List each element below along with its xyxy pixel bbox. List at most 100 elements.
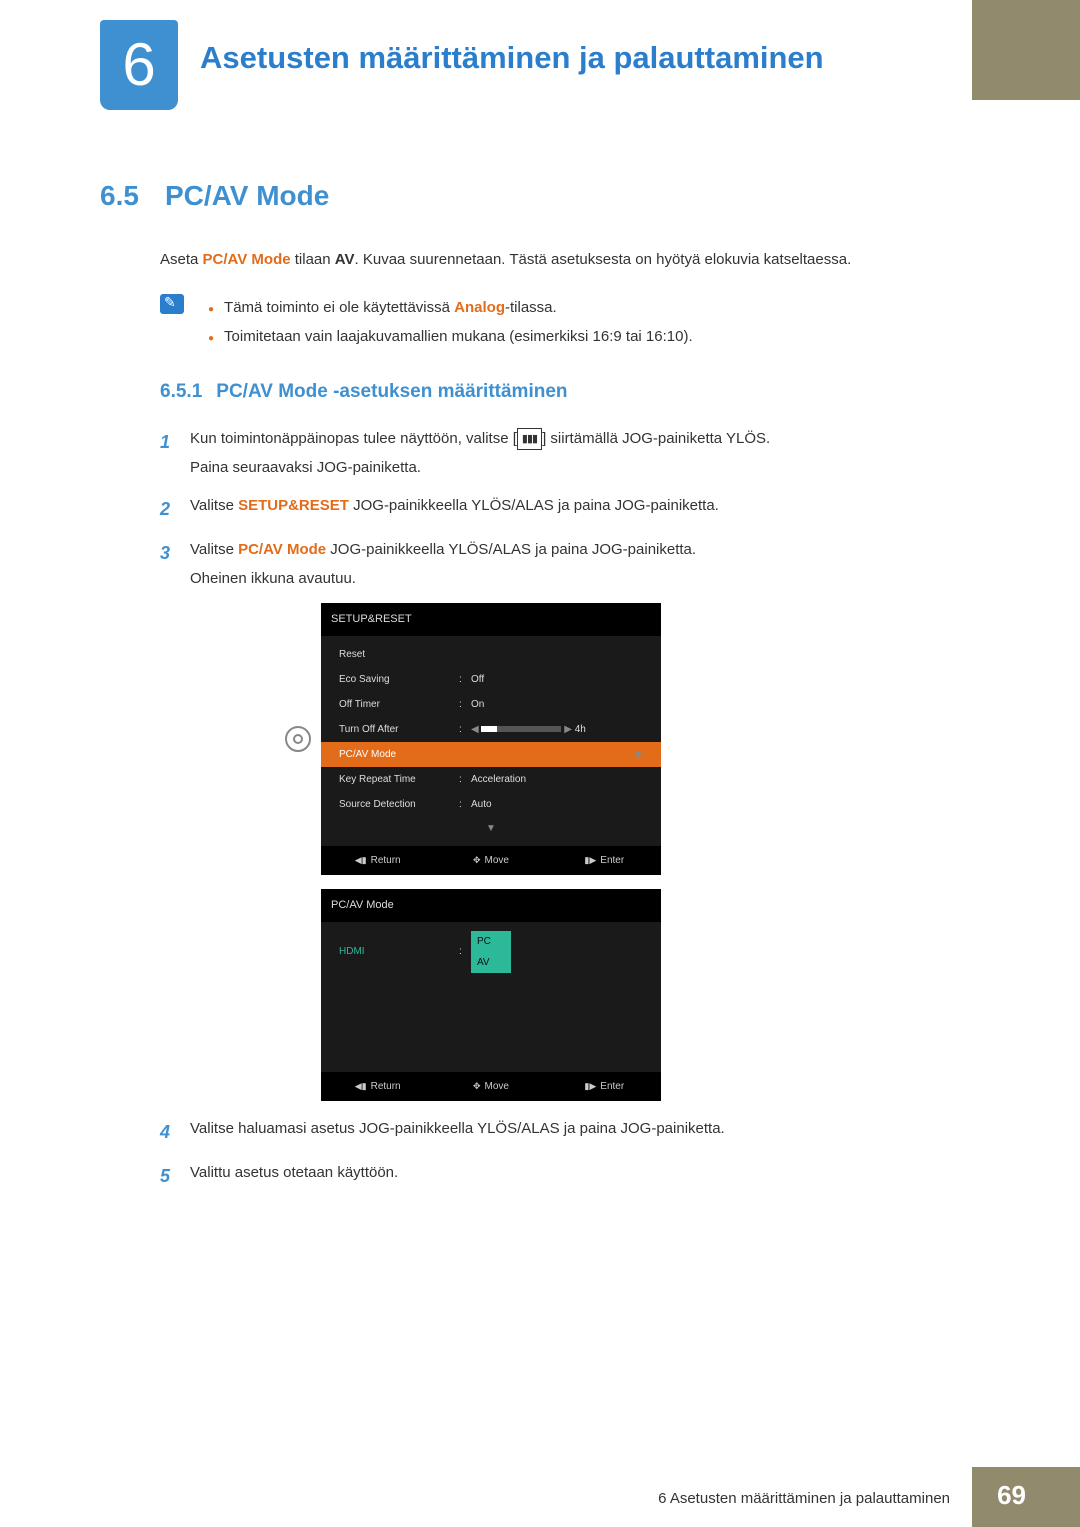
page-number: 69	[997, 1480, 1026, 1511]
step-number: 4	[160, 1115, 190, 1149]
osd-footer-move: ✥ Move	[434, 1077, 547, 1096]
osd-label: Eco Saving	[339, 670, 459, 689]
osd-title: SETUP&RESET	[321, 603, 661, 636]
osd-label-hdmi: HDMI	[339, 942, 459, 961]
osd-row-hdmi: HDMI : PC AV	[321, 928, 661, 976]
osd-footer-enter: ▮▶Enter	[548, 1077, 661, 1096]
section-number: 6.5	[100, 180, 139, 211]
option-av: AV	[471, 952, 511, 973]
text: Valitse	[190, 541, 238, 558]
section-heading: 6.5 PC/AV Mode	[100, 180, 970, 212]
page-content: 6.5 PC/AV Mode Aseta PC/AV Mode tilaan AV…	[100, 180, 970, 1203]
subsection-title: PC/AV Mode -asetuksen määrittäminen	[216, 381, 567, 402]
text: Oheinen ikkuna avautuu.	[190, 570, 356, 587]
text: Return	[371, 855, 401, 866]
osd-value: On	[471, 695, 643, 714]
osd-row-eco: Eco Saving:Off	[321, 667, 661, 692]
osd-label: Key Repeat Time	[339, 770, 459, 789]
footer-accent	[972, 1467, 1080, 1527]
gear-icon	[285, 726, 311, 752]
section-title: PC/AV Mode	[165, 180, 329, 211]
osd-label: Off Timer	[339, 695, 459, 714]
emphasis-av: AV	[335, 251, 355, 268]
osd-row-sourcedetect: Source Detection:Auto	[321, 792, 661, 817]
chevron-down-icon: ▼	[321, 817, 661, 840]
osd-value: Off	[471, 670, 643, 689]
arrow-right-icon: ▶	[635, 745, 643, 764]
slider	[481, 726, 561, 732]
step-3: 3 Valitse PC/AV Mode JOG-painikkeella YL…	[160, 536, 970, 593]
text: Valitse	[190, 497, 238, 514]
emphasis-analog: Analog	[454, 299, 505, 316]
menu-icon: ▮▮▮	[517, 428, 542, 451]
osd-row-pcav-highlighted: PC/AV Mode ▶	[321, 742, 661, 767]
osd-footer-move: ✥ Move	[434, 851, 547, 870]
text: JOG-painikkeella YLÖS/ALAS ja paina JOG-…	[349, 497, 719, 514]
return-icon: ◀▮	[355, 855, 367, 865]
text: Return	[371, 1081, 401, 1092]
step-body: Valitse PC/AV Mode JOG-painikkeella YLÖS…	[190, 536, 970, 593]
osd-panel: SETUP&RESET Reset Eco Saving:Off Off Tim…	[321, 603, 661, 875]
subsection-heading: 6.5.1 PC/AV Mode -asetuksen määrittäminen	[160, 381, 970, 403]
move-icon: ✥	[473, 1081, 481, 1091]
arrow-left-icon: ◀	[471, 724, 479, 735]
osd-title: PC/AV Mode	[321, 889, 661, 922]
return-icon: ◀▮	[355, 1081, 367, 1091]
osd-value: Acceleration	[471, 770, 643, 789]
note-item: ●Toimitetaan vain laajakuvamallien mukan…	[208, 323, 693, 352]
move-icon: ✥	[473, 855, 481, 865]
enter-icon: ▮▶	[584, 1081, 596, 1091]
step-body: Valitse SETUP&RESET JOG-painikkeella YLÖ…	[190, 492, 970, 526]
note-list: ● Tämä toiminto ei ole käytettävissä Anal…	[208, 294, 693, 351]
subsection-number: 6.5.1	[160, 381, 202, 402]
osd-screenshot-1: SETUP&RESET Reset Eco Saving:Off Off Tim…	[285, 603, 970, 1101]
osd-label: Reset	[339, 645, 459, 664]
text: Tämä toiminto ei ole käytettävissä	[224, 299, 454, 316]
osd-label: PC/AV Mode	[339, 745, 459, 764]
osd-body: Reset Eco Saving:Off Off Timer:On Turn O…	[321, 636, 661, 846]
osd-label: Source Detection	[339, 795, 459, 814]
osd-footer: ◀▮ Return ✥ Move ▮▶Enter	[321, 1072, 661, 1101]
osd-row-reset: Reset	[321, 642, 661, 667]
osd-value-options: PC AV	[471, 931, 643, 973]
step-number: 3	[160, 536, 190, 593]
osd-footer-return: ◀▮ Return	[321, 851, 434, 870]
steps-list: 1 Kun toimintonäppäinopas tulee näyttöön…	[160, 425, 970, 1193]
text: . Kuvaa suurennetaan. Tästä asetuksesta …	[355, 251, 852, 268]
step-number: 1	[160, 425, 190, 482]
header-accent	[972, 0, 1080, 100]
text: 4h	[575, 724, 586, 735]
step-number: 5	[160, 1159, 190, 1193]
text: ] siirtämällä JOG-painiketta YLÖS.	[542, 430, 770, 447]
chapter-title: Asetusten määrittäminen ja palauttaminen	[200, 40, 824, 76]
osd-panel-2: PC/AV Mode HDMI : PC AV ◀▮ Return ✥ Move ▮…	[321, 889, 661, 1101]
note-block: ● Tämä toiminto ei ole käytettävissä Anal…	[160, 294, 970, 351]
option-pc-selected: PC	[471, 931, 511, 952]
note-icon	[160, 294, 184, 314]
emphasis-pcavmode: PC/AV Mode	[203, 251, 291, 268]
step-body: Valittu asetus otetaan käyttöön.	[190, 1159, 970, 1193]
step-2: 2 Valitse SETUP&RESET JOG-painikkeella Y…	[160, 492, 970, 526]
bullet-icon: ●	[208, 304, 214, 315]
enter-icon: ▮▶	[584, 855, 596, 865]
step-body: Kun toimintonäppäinopas tulee näyttöön, …	[190, 425, 970, 482]
step-5: 5 Valittu asetus otetaan käyttöön.	[160, 1159, 970, 1193]
text: Move	[485, 1081, 509, 1092]
osd-body: HDMI : PC AV	[321, 922, 661, 1072]
osd-value: Auto	[471, 795, 643, 814]
osd-footer: ◀▮Return ✥Move ▮▶Enter	[321, 846, 661, 875]
text: JOG-painikkeella YLÖS/ALAS ja paina JOG-…	[326, 541, 696, 558]
text: Aseta	[160, 251, 203, 268]
step-body: Valitse haluamasi asetus JOG-painikkeell…	[190, 1115, 970, 1149]
text: Move	[485, 855, 509, 866]
footer-chapter-label: 6 Asetusten määrittäminen ja palauttamin…	[658, 1490, 950, 1507]
step-1: 1 Kun toimintonäppäinopas tulee näyttöön…	[160, 425, 970, 482]
osd-footer-return: ◀▮ Return	[321, 1077, 434, 1096]
chapter-number-badge: 6	[100, 20, 178, 110]
step-4: 4 Valitse haluamasi asetus JOG-painikkee…	[160, 1115, 970, 1149]
osd-label: Turn Off After	[339, 720, 459, 739]
note-item: ● Tämä toiminto ei ole käytettävissä Anal…	[208, 294, 693, 323]
intro-paragraph: Aseta PC/AV Mode tilaan AV. Kuvaa suuren…	[160, 248, 970, 272]
arrow-right-icon: ▶	[564, 724, 572, 735]
osd-row-keyrepeat: Key Repeat Time:Acceleration	[321, 767, 661, 792]
